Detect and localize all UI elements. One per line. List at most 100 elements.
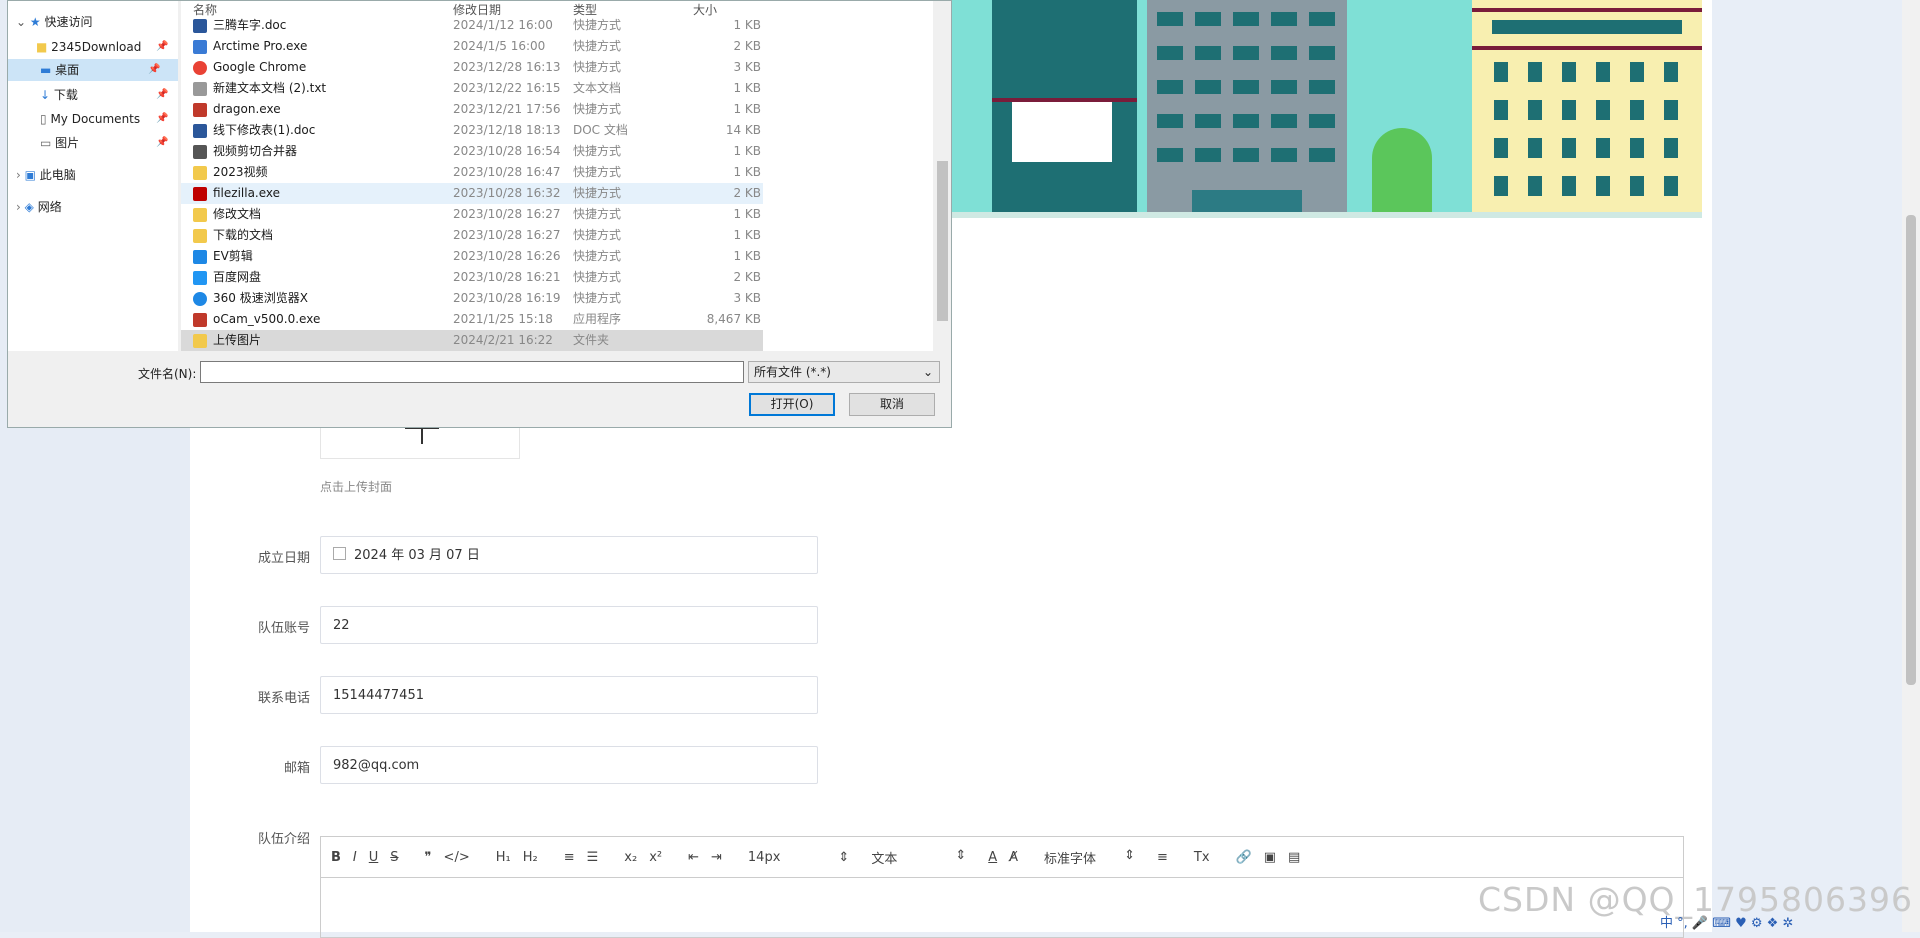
nav-network[interactable]: › ◈ 网络 [16,196,62,218]
window-shape [1494,100,1508,120]
font-size-value: 14px [747,849,781,865]
font-family-select[interactable]: 标准字体 ⇕ [1044,848,1135,867]
select-arrows-icon: ⇕ [955,847,967,863]
nav-item-downloads[interactable]: ↓ 下载 📌 [40,84,178,106]
nav-item-my-documents[interactable]: ▯ My Documents 📌 [40,108,178,130]
file-row[interactable]: 修改文档 2023/10/28 16:27 快捷方式 1 KB [181,204,763,225]
window-shape [1630,100,1644,120]
file-open-dialog: ⌄ ★ 快速访问 ■ 2345Download 📌 ▬ 桌面 📌 ↓ 下载 📌 ▯ M… [7,0,952,428]
nav-item-desktop[interactable]: ▬ 桌面 📌 [8,59,178,81]
building-grey-illustration [1147,0,1347,218]
doc-icon [193,124,207,138]
code-icon[interactable]: </> [444,850,470,865]
nav-item-pictures[interactable]: ▭ 图片 📌 [40,132,178,154]
align-icon[interactable]: ≡ [1157,850,1168,865]
link-icon[interactable]: 🔗 [1236,850,1252,865]
underline-button[interactable]: U [369,850,379,865]
file-name: 上传图片 [213,333,262,347]
calendar-icon [333,547,346,560]
font-size-select[interactable]: 14px ⇕ [748,850,849,865]
navigation-pane: ⌄ ★ 快速访问 ■ 2345Download 📌 ▬ 桌面 📌 ↓ 下载 📌 ▯ M… [8,1,178,351]
chevron-down-icon: ⌄ [16,15,30,29]
file-row[interactable]: 三腾车字.doc 2024/1/12 16:00 快捷方式 1 KB [181,15,763,36]
email-input[interactable]: 982@qq.com [320,746,818,784]
clear-format-icon[interactable]: Tx [1194,850,1210,865]
video-icon [193,145,207,159]
folder-shortcut-icon [193,208,207,222]
file-size: 1 KB [733,102,761,116]
outdent-icon[interactable]: ⇤ [688,850,699,865]
phone-input[interactable]: 15144477451 [320,676,818,714]
file-row[interactable]: 2023视频 2023/10/28 16:47 快捷方式 1 KB [181,162,763,183]
cancel-button[interactable]: 取消 [849,393,935,416]
file-name: 下载的文档 [213,228,274,242]
team-account-input[interactable]: 22 [320,606,818,644]
strikethrough-button[interactable]: S [390,850,398,865]
field-label-team-account: 队伍账号 [257,621,310,636]
nav-this-pc[interactable]: › ▣ 此电脑 [16,164,76,186]
window-shape [1195,148,1221,162]
download-arrow-icon: ↓ [40,88,51,102]
file-row[interactable]: 下载的文档 2023/10/28 16:27 快捷方式 1 KB [181,225,763,246]
subscript-button[interactable]: x₂ [624,850,637,865]
ime-tray[interactable]: 中 °, 🎤 ⌨ ♥ ⚙ ❖ ✲ [1660,912,1793,931]
nav-item-2345download[interactable]: ■ 2345Download 📌 [36,36,176,58]
cover-upload-hint: 点击上传封面 [320,480,393,494]
italic-button[interactable]: I [353,850,357,865]
founding-date-picker[interactable]: 2024 年 03 月 07 日 [320,536,818,574]
file-row[interactable]: 视频剪切合并器 2023/10/28 16:54 快捷方式 1 KB [181,141,763,162]
ordered-list-icon[interactable]: ≡ [564,850,575,865]
select-arrows-icon: ⇕ [838,849,850,865]
founding-date-value: 2024 年 03 月 07 日 [354,548,480,563]
window-shape [1309,80,1335,94]
nav-quick-access[interactable]: ⌄ ★ 快速访问 [16,11,92,33]
bold-button[interactable]: B [331,850,341,865]
nav-this-pc-label: 此电脑 [39,168,76,182]
page-scrollbar-thumb[interactable] [1906,215,1916,685]
file-date: 2023/10/28 16:27 [453,207,561,221]
file-row[interactable]: oCam_v500.0.exe 2021/1/25 15:18 应用程序 8,467 … [181,309,763,330]
paragraph-select[interactable]: 文本 ⇕ [871,848,966,867]
file-row[interactable]: Arctime Pro.exe 2024/1/5 16:00 快捷方式 2 KB [181,36,763,57]
file-row[interactable]: 百度网盘 2023/10/28 16:21 快捷方式 2 KB [181,267,763,288]
file-row[interactable]: 新建文本文档 (2).txt 2023/12/22 16:15 文本文档 1 KB [181,78,763,99]
open-button[interactable]: 打开(O) [749,393,835,416]
window-shape [1664,62,1678,82]
window-shape [1596,138,1610,158]
background-color-icon[interactable]: A̸ [1009,850,1018,865]
file-row[interactable]: EV剪辑 2023/10/28 16:26 快捷方式 1 KB [181,246,763,267]
file-list-scrollbar-thumb[interactable] [937,161,948,321]
heading1-button[interactable]: H₁ [496,850,511,865]
filetype-select[interactable]: 所有文件 (*.*) ⌄ [748,361,940,383]
indent-icon[interactable]: ⇥ [711,850,722,865]
filename-input[interactable] [200,361,744,383]
file-row[interactable]: filezilla.exe 2023/10/28 16:32 快捷方式 2 KB [181,183,763,204]
txt-icon [193,82,207,96]
bullet-list-icon[interactable]: ☰ [587,850,599,865]
browser-icon [193,292,207,306]
filename-label: 文件名(N): [138,367,197,381]
nav-item-label: 下载 [53,88,78,102]
file-row[interactable]: Google Chrome 2023/12/28 16:13 快捷方式 3 KB [181,57,763,78]
superscript-button[interactable]: x² [649,850,662,865]
quote-icon[interactable]: ❞ [425,850,432,865]
file-date: 2023/10/28 16:19 [453,291,561,305]
heading2-button[interactable]: H₂ [523,850,538,865]
file-row[interactable]: dragon.exe 2023/12/21 17:56 快捷方式 1 KB [181,99,763,120]
window-shape [1664,100,1678,120]
window-shape [1664,176,1678,196]
video-icon[interactable]: ▤ [1288,850,1300,865]
file-row[interactable]: 上传图片 2024/2/21 16:22 文件夹 [181,330,763,351]
pin-icon: 📌 [148,64,161,75]
file-name: 百度网盘 [213,270,262,284]
file-row[interactable]: 线下修改表(1).doc 2023/12/18 18:13 DOC 文档 14 KB [181,120,763,141]
file-name: 360 极速浏览器X [213,291,308,305]
ground-illustration [952,212,1702,218]
field-label-founding-date: 成立日期 [257,551,310,566]
font-color-icon[interactable]: A [988,850,997,865]
pin-icon: 📌 [156,113,169,124]
network-icon: ◈ [24,200,34,214]
file-size: 14 KB [725,123,761,137]
file-row[interactable]: 360 极速浏览器X 2023/10/28 16:19 快捷方式 3 KB [181,288,763,309]
image-icon[interactable]: ▣ [1264,850,1276,865]
